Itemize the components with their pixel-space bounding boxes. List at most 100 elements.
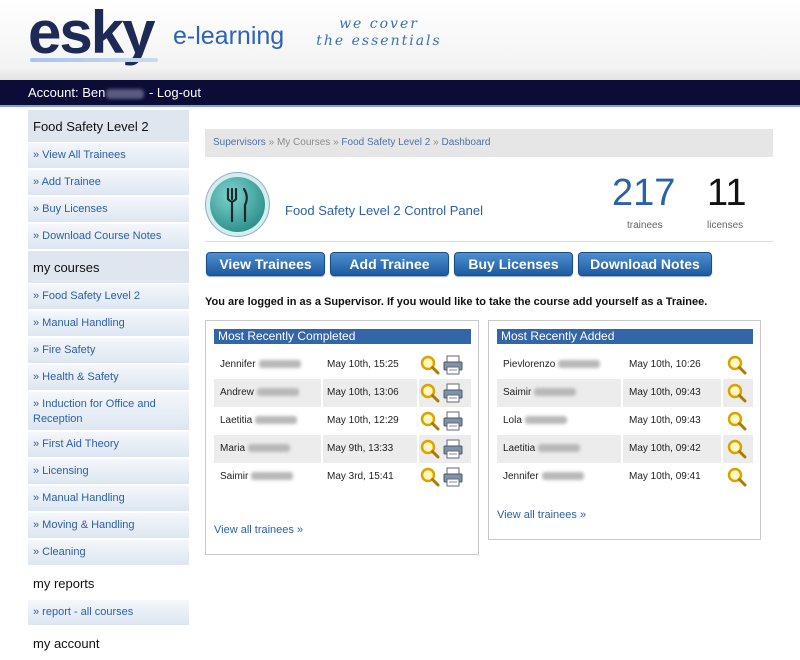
sidebar-item-cleaning[interactable]: » Cleaning [28, 540, 189, 567]
sidebar-item-report-all-courses[interactable]: » report - all courses [28, 600, 189, 627]
sidebar-item-moving-handling[interactable]: » Moving & Handling [28, 513, 189, 540]
printer-icon[interactable] [442, 466, 464, 488]
view-all-trainees-link[interactable]: View all trainees » [497, 509, 586, 521]
added-date: May 10th, 09:41 [629, 471, 701, 482]
sidebar-item-licensing[interactable]: » Licensing [28, 459, 189, 486]
download-notes-button[interactable]: Download Notes [578, 252, 712, 276]
sidebar-item-food-safety[interactable]: » Food Safety Level 2 [28, 284, 189, 311]
magnifier-icon[interactable] [727, 467, 747, 487]
account-label: Account: Ben [28, 85, 106, 100]
table-row: Jennifer May 10th, 09:41 [497, 463, 753, 491]
sidebar-heading-course[interactable]: Food Safety Level 2 [28, 110, 189, 143]
table-row: Maria May 9th, 13:33 [214, 435, 471, 463]
breadcrumb-sep: » [265, 137, 277, 148]
recently-completed-list: Jennifer May 10th, 15:25 Andrew May 10th… [214, 351, 471, 491]
recently-completed-title: Most Recently Completed [214, 329, 471, 344]
magnifier-icon[interactable] [727, 355, 747, 375]
redacted-surname [541, 472, 584, 481]
recently-completed-box: Most Recently Completed Jennifer May 10t… [205, 320, 479, 555]
logout-link[interactable]: - Log-out [145, 85, 201, 100]
product-name: e-learning [173, 22, 285, 50]
sidebar-heading-my-courses[interactable]: my courses [28, 251, 189, 284]
magnifier-icon[interactable] [727, 439, 747, 459]
redacted-surname [558, 360, 601, 369]
magnifier-icon[interactable] [727, 383, 747, 403]
supervisor-notice: You are logged in as a Supervisor. If yo… [205, 296, 708, 308]
completion-date: May 9th, 13:33 [327, 443, 394, 454]
redacted-surname [251, 472, 294, 481]
trainee-name: Maria [220, 435, 291, 463]
breadcrumb-course[interactable]: Food Safety Level 2 [341, 137, 430, 148]
redacted-surname [106, 88, 145, 99]
trainee-name: Jennifer [220, 351, 301, 379]
table-row: Saimir May 3rd, 15:41 [214, 463, 471, 491]
printer-icon[interactable] [442, 354, 464, 376]
table-row: Jennifer May 10th, 15:25 [214, 351, 471, 379]
sidebar-heading-my-reports[interactable]: my reports [28, 567, 189, 600]
redacted-surname [534, 388, 577, 397]
breadcrumb-my-courses[interactable]: My Courses [277, 137, 330, 148]
licenses-label: licenses [707, 220, 744, 231]
added-date: May 10th, 10:26 [629, 359, 701, 370]
sidebar-heading-my-account[interactable]: my account [28, 627, 189, 660]
added-date: May 10th, 09:42 [629, 443, 701, 454]
trainee-name: Laetitia [503, 435, 581, 463]
sidebar-item-download-course-notes[interactable]: » Download Course Notes [28, 224, 189, 251]
breadcrumb-dashboard[interactable]: Dashboard [442, 137, 491, 148]
trainee-name: Saimir [503, 379, 577, 407]
magnifier-icon[interactable] [420, 355, 440, 375]
trainees-count: 217 [612, 172, 676, 214]
sidebar-item-first-aid[interactable]: » First Aid Theory [28, 432, 189, 459]
view-trainees-button[interactable]: View Trainees [206, 252, 325, 276]
redacted-surname [258, 360, 301, 369]
magnifier-icon[interactable] [420, 411, 440, 431]
recently-added-box: Most Recently Added Pievlorenzo May 10th… [488, 320, 761, 540]
panel-title: Food Safety Level 2 Control Panel [285, 203, 484, 218]
licenses-count: 11 [707, 172, 747, 214]
sidebar-item-health-safety[interactable]: » Health & Safety [28, 365, 189, 392]
sidebar-item-manual-handling[interactable]: » Manual Handling [28, 311, 189, 338]
esky-logo[interactable]: esky [28, 2, 155, 64]
breadcrumb: Supervisors » My Courses » Food Safety L… [205, 129, 773, 157]
printer-icon[interactable] [442, 382, 464, 404]
view-all-trainees-link[interactable]: View all trainees » [214, 524, 303, 536]
table-row: Lola May 10th, 09:43 [497, 407, 753, 435]
completion-date: May 10th, 12:29 [327, 415, 399, 426]
completion-date: May 3rd, 15:41 [327, 471, 394, 482]
add-trainee-button[interactable]: Add Trainee [330, 252, 449, 276]
sidebar-item-induction[interactable]: » Induction for Office and Reception [28, 392, 189, 432]
added-date: May 10th, 09:43 [629, 387, 701, 398]
redacted-surname [248, 444, 291, 453]
printer-icon[interactable] [442, 410, 464, 432]
sidebar-item-fire-safety[interactable]: » Fire Safety [28, 338, 189, 365]
panel-divider [205, 241, 773, 242]
redacted-surname [256, 388, 299, 397]
magnifier-icon[interactable] [420, 439, 440, 459]
tagline: we cover the essentials [303, 16, 455, 50]
table-row: Saimir May 10th, 09:43 [497, 379, 753, 407]
tagline-line-2: the essentials [316, 33, 442, 49]
cutlery-icon [206, 173, 269, 236]
sidebar-item-buy-licenses[interactable]: » Buy Licenses [28, 197, 189, 224]
magnifier-icon[interactable] [420, 383, 440, 403]
breadcrumb-sep: » [330, 137, 342, 148]
buy-licenses-button[interactable]: Buy Licenses [454, 252, 573, 276]
recently-added-list: Pievlorenzo May 10th, 10:26 Saimir May 1… [497, 351, 753, 491]
logo-underline [30, 58, 158, 62]
trainees-label: trainees [627, 220, 663, 231]
trainee-name: Lola [503, 407, 567, 435]
magnifier-icon[interactable] [420, 467, 440, 487]
completion-date: May 10th, 15:25 [327, 359, 399, 370]
redacted-surname [255, 416, 298, 425]
added-date: May 10th, 09:43 [629, 415, 701, 426]
printer-icon[interactable] [442, 438, 464, 460]
trainee-name: Jennifer [503, 463, 584, 491]
sidebar-item-add-trainee[interactable]: » Add Trainee [28, 170, 189, 197]
account-bar: Account: Ben - Log-out [0, 80, 800, 107]
breadcrumb-supervisors[interactable]: Supervisors [213, 137, 266, 148]
trainee-name: Andrew [220, 379, 299, 407]
magnifier-icon[interactable] [727, 411, 747, 431]
sidebar-item-manual-handling-2[interactable]: » Manual Handling [28, 486, 189, 513]
sidebar-item-view-all-trainees[interactable]: » View All Trainees [28, 143, 189, 170]
trainee-name: Pievlorenzo [503, 351, 601, 379]
